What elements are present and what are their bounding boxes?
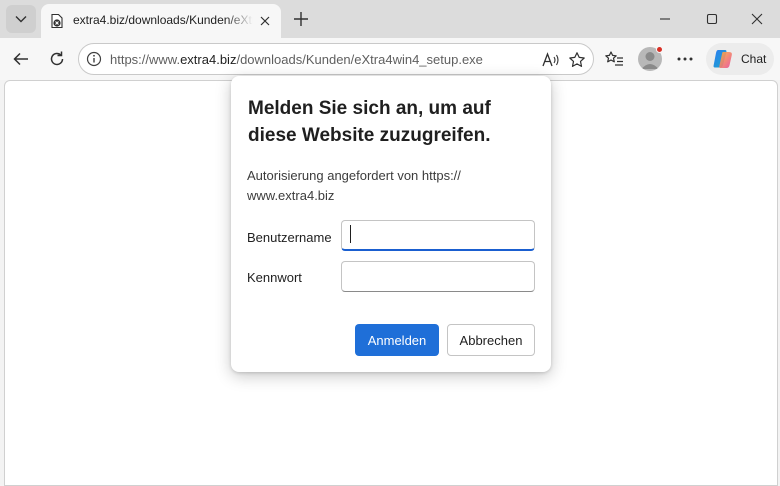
tab-close-button[interactable] bbox=[257, 13, 273, 29]
copilot-icon bbox=[713, 50, 732, 68]
chat-label: Chat bbox=[741, 52, 767, 66]
url-host: extra4.biz bbox=[180, 52, 237, 67]
close-window-button[interactable] bbox=[734, 0, 780, 38]
more-icon bbox=[677, 57, 693, 61]
username-input[interactable] bbox=[341, 220, 535, 251]
read-aloud-button[interactable] bbox=[541, 50, 561, 70]
plus-icon bbox=[294, 12, 308, 26]
close-icon bbox=[260, 16, 270, 26]
browser-toolbar: https://www.extra4.biz/downloads/Kunden/… bbox=[0, 38, 780, 80]
sign-in-dialog: Melden Sie sich an, um auf diese Website… bbox=[231, 76, 551, 372]
url-text[interactable]: https://www.extra4.biz/downloads/Kunden/… bbox=[110, 52, 483, 67]
maximize-icon bbox=[706, 13, 718, 25]
notification-dot bbox=[656, 46, 663, 53]
new-tab-button[interactable] bbox=[288, 6, 314, 32]
copilot-chat-button[interactable]: Chat bbox=[706, 43, 774, 75]
minimize-icon bbox=[660, 18, 670, 20]
active-tab[interactable]: extra4.biz/downloads/Kunden/eXtra4win4_s… bbox=[41, 4, 281, 38]
tab-strip: extra4.biz/downloads/Kunden/eXtra4win4_s… bbox=[0, 0, 780, 38]
tab-title: extra4.biz/downloads/Kunden/eXtra4win4_s… bbox=[73, 13, 253, 27]
url-path: /downloads/Kunden/eXtra4win4_setup.exe bbox=[236, 52, 483, 67]
more-button[interactable] bbox=[670, 44, 700, 74]
maximize-button[interactable] bbox=[689, 0, 735, 38]
info-icon[interactable] bbox=[86, 51, 102, 67]
password-input[interactable] bbox=[341, 261, 535, 292]
reload-icon bbox=[50, 51, 64, 66]
favorites-list-icon bbox=[605, 51, 623, 66]
cancel-button[interactable]: Abbrechen bbox=[447, 324, 535, 356]
text-caret bbox=[350, 225, 351, 243]
favorites-button[interactable] bbox=[599, 44, 629, 74]
chevron-down-icon bbox=[15, 16, 27, 23]
url-scheme: https://www. bbox=[110, 52, 181, 67]
star-icon bbox=[569, 52, 585, 67]
back-arrow-icon bbox=[13, 52, 28, 66]
password-label: Kennwort bbox=[247, 270, 302, 285]
back-button[interactable] bbox=[6, 44, 36, 74]
reload-button[interactable] bbox=[42, 44, 72, 74]
favorite-button[interactable] bbox=[567, 50, 587, 70]
username-label: Benutzername bbox=[247, 230, 332, 245]
tab-actions-button[interactable] bbox=[6, 5, 36, 33]
minimize-button[interactable] bbox=[642, 0, 688, 38]
sign-in-button[interactable]: Anmelden bbox=[355, 324, 439, 356]
dialog-subtitle: Autorisierung angefordert von https:// w… bbox=[247, 168, 461, 203]
dialog-title: Melden Sie sich an, um auf diese Website… bbox=[248, 98, 491, 146]
page-error-icon bbox=[51, 13, 63, 29]
close-icon bbox=[751, 13, 763, 25]
read-aloud-icon bbox=[542, 52, 559, 67]
address-bar[interactable]: https://www.extra4.biz/downloads/Kunden/… bbox=[78, 43, 594, 75]
